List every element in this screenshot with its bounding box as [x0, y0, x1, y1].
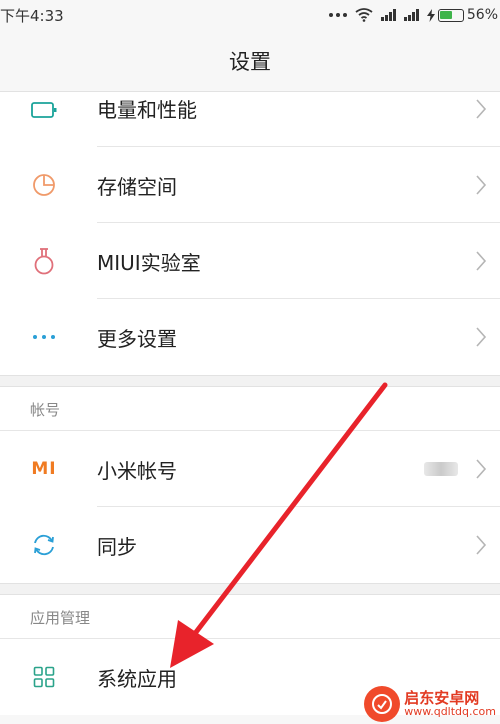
settings-item-label: 存储空间	[97, 174, 177, 199]
chevron-right-icon	[476, 99, 487, 119]
sync-icon	[30, 531, 58, 559]
battery-icon	[30, 96, 58, 124]
settings-item-more-settings[interactable]: 更多设置	[0, 299, 500, 375]
charging-bolt-icon	[426, 8, 435, 22]
status-time: 下午4:33	[0, 6, 64, 25]
mi-logo-icon: MI	[31, 459, 57, 479]
chevron-right-icon	[476, 175, 487, 195]
watermark-title: 启东安卓网	[404, 688, 480, 707]
title-bar: 设置	[0, 30, 500, 92]
settings-item-label: 小米帐号	[97, 458, 177, 483]
section-title: 应用管理	[30, 609, 91, 627]
settings-item-label: 同步	[97, 534, 137, 559]
settings-item-label: 电量和性能	[97, 98, 197, 122]
settings-group-general: 电量和性能 存储空间 MIUI实验室 更多设置	[0, 92, 500, 375]
section-header-app-management: 应用管理	[0, 595, 500, 639]
pie-chart-icon	[30, 171, 58, 199]
settings-item-label: MIUI实验室	[97, 250, 201, 275]
status-bar: 下午4:33 56%	[0, 0, 500, 30]
chevron-right-icon	[476, 327, 487, 347]
settings-item-storage[interactable]: 存储空间	[0, 147, 500, 223]
section-header-account: 帐号	[0, 387, 500, 431]
watermark-logo-icon	[364, 686, 401, 722]
settings-item-miui-lab[interactable]: MIUI实验室	[0, 223, 500, 299]
chevron-right-icon	[476, 459, 487, 479]
account-value-blurred	[424, 462, 458, 476]
settings-item-mi-account[interactable]: MI 小米帐号	[0, 431, 500, 507]
settings-list: 电量和性能 存储空间 MIUI实验室 更多设置 帐号 MI 小米帐号 同步 应用…	[0, 92, 500, 715]
apps-grid-icon	[30, 663, 58, 691]
more-dots-icon	[30, 323, 58, 351]
settings-group-account: MI 小米帐号 同步	[0, 431, 500, 583]
battery-percent: 56%	[466, 7, 498, 23]
settings-item-battery-performance[interactable]: 电量和性能	[0, 92, 500, 147]
settings-item-sync[interactable]: 同步	[0, 507, 500, 583]
chevron-right-icon	[476, 251, 487, 271]
flask-icon	[30, 247, 58, 275]
signal-2-icon	[403, 9, 419, 21]
section-divider	[0, 583, 500, 595]
settings-item-label: 更多设置	[97, 326, 177, 351]
page-title: 设置	[229, 49, 271, 74]
settings-item-label: 系统应用	[97, 666, 177, 691]
section-divider	[0, 375, 500, 387]
signal-icon	[380, 9, 396, 21]
wifi-icon	[355, 8, 373, 22]
section-title: 帐号	[30, 401, 61, 419]
watermark: 启东安卓网 www.qdltdq.com	[364, 686, 496, 722]
battery-icon	[437, 8, 464, 22]
chevron-right-icon	[476, 535, 487, 555]
status-icons: 56%	[328, 7, 498, 23]
battery-status: 56%	[426, 7, 498, 23]
notification-dots-icon	[328, 13, 347, 17]
watermark-url: www.qdltdq.com	[404, 705, 496, 719]
